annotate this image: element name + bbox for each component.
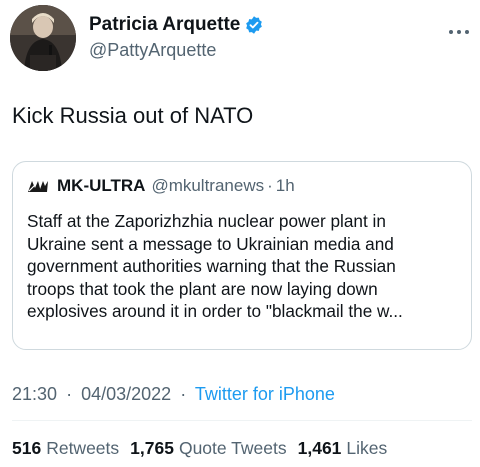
- quote-tweets-stat[interactable]: 1,765 Quote Tweets: [130, 438, 297, 458]
- avatar-photo: [10, 5, 76, 71]
- tweet-text: Kick Russia out of NATO: [12, 103, 254, 128]
- tweet-detail: Patricia Arquette @PattyArquette Kick Ru…: [0, 0, 480, 467]
- more-options-icon[interactable]: [448, 22, 470, 34]
- quoted-tweet-header: MK-ULTRA @mkultranews · 1h: [27, 176, 295, 196]
- avatar[interactable]: [10, 5, 76, 71]
- author-handle[interactable]: @PattyArquette: [89, 40, 216, 61]
- quoted-tweet-card[interactable]: MK-ULTRA @mkultranews · 1h Staff at the …: [12, 161, 472, 350]
- divider: [12, 420, 472, 421]
- likes-stat[interactable]: 1,461 Likes: [298, 438, 399, 458]
- tweet-source-link[interactable]: Twitter for iPhone: [195, 384, 335, 404]
- meta-separator: ·: [66, 384, 73, 404]
- quoted-age: 1h: [275, 176, 295, 195]
- tweet-meta: 21:30 · 04/03/2022 · Twitter for iPhone: [12, 384, 335, 405]
- mk-ultra-logo-icon: [27, 179, 49, 193]
- verified-badge-icon: [244, 15, 264, 35]
- likes-label: Likes: [346, 438, 388, 458]
- quote-tweets-label: Quote Tweets: [178, 438, 287, 458]
- retweets-label: Retweets: [46, 438, 120, 458]
- quoted-display-name: MK-ULTRA: [57, 176, 146, 195]
- quoted-separator: ·: [267, 176, 273, 195]
- retweets-count: 516: [12, 438, 42, 458]
- author-display-name[interactable]: Patricia Arquette: [89, 14, 240, 36]
- likes-count: 1,461: [297, 438, 342, 458]
- meta-separator-2: ·: [180, 384, 187, 404]
- quote-tweets-count: 1,765: [130, 438, 174, 458]
- tweet-time[interactable]: 21:30: [12, 384, 57, 404]
- quoted-handle: @mkultranews: [151, 176, 265, 195]
- retweets-stat[interactable]: 516 Retweets: [12, 438, 130, 458]
- tweet-date[interactable]: 04/03/2022: [81, 384, 171, 404]
- engagement-stats: 516 Retweets 1,765 Quote Tweets 1,461 Likes: [12, 438, 398, 459]
- quoted-tweet-text: Staff at the Zaporizhzhia nuclear power …: [27, 211, 403, 321]
- author-name-row[interactable]: Patricia Arquette: [89, 14, 264, 36]
